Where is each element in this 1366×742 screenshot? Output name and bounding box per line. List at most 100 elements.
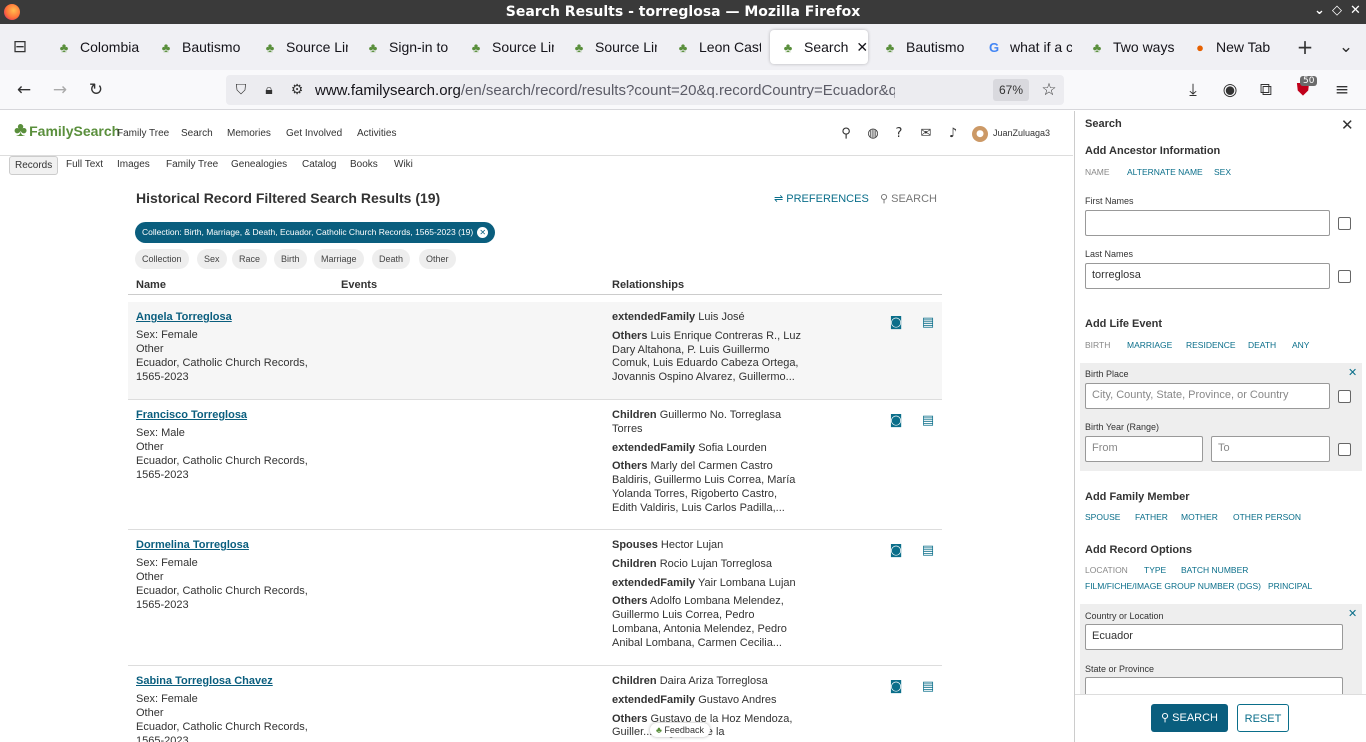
tab-two-ways[interactable]: ♣ Two ways (1089, 30, 1175, 64)
chip-remove-icon[interactable]: ✕ (477, 227, 489, 238)
tab-search-active[interactable]: ♣ Search ✕ (770, 30, 868, 64)
reload-icon[interactable]: ↻ (84, 78, 108, 102)
window-close-icon[interactable]: ✕ (1350, 3, 1361, 18)
tab-bautismo[interactable]: ♣ Bautismo (158, 30, 244, 64)
filter-marriage[interactable]: Marriage (314, 249, 364, 269)
url-text[interactable]: www.familysearch.org/en/search/record/re… (315, 82, 895, 99)
tab-close-icon[interactable]: ✕ (856, 39, 868, 56)
state-input[interactable] (1085, 677, 1343, 694)
tab-sign-in[interactable]: ♣ Sign-in to (365, 30, 451, 64)
subnav-family-tree[interactable]: Family Tree (161, 156, 223, 173)
subnav-records[interactable]: Records (9, 156, 59, 175)
lock-icon[interactable]: 🔒︎ (257, 78, 281, 102)
reset-button[interactable]: RESET (1237, 704, 1289, 732)
subnav-catalog[interactable]: Catalog (297, 156, 341, 173)
tracking-shield-icon[interactable]: ⛉ (229, 78, 253, 102)
record-document-icon[interactable]: ▤ (920, 413, 936, 429)
person-name-link[interactable]: Angela Torreglosa (136, 311, 232, 323)
last-names-exact-checkbox[interactable] (1338, 270, 1351, 283)
first-names-exact-checkbox[interactable] (1338, 217, 1351, 230)
subnav-books[interactable]: Books (345, 156, 383, 173)
tab-residence[interactable]: RESIDENCE (1186, 340, 1236, 350)
tab-name[interactable]: NAME (1085, 167, 1110, 177)
nav-family-tree[interactable]: Family Tree (117, 128, 169, 139)
subnav-genealogies[interactable]: Genealogies (226, 156, 292, 173)
record-document-icon[interactable]: ▤ (920, 315, 936, 331)
filter-collection[interactable]: Collection (135, 249, 189, 269)
record-document-icon[interactable]: ▤ (920, 679, 936, 695)
feedback-button[interactable]: ♣ Feedback (650, 723, 710, 737)
subnav-full-text[interactable]: Full Text (61, 156, 108, 173)
preferences-button[interactable]: ⇌ PREFERENCES (774, 192, 869, 205)
tab-principal[interactable]: PRINCIPAL (1268, 581, 1312, 591)
new-tab-plus-icon[interactable]: + (1293, 35, 1317, 59)
last-names-input[interactable]: torreglosa (1085, 263, 1330, 289)
tab-birth[interactable]: BIRTH (1085, 340, 1110, 350)
filter-birth[interactable]: Birth (274, 249, 307, 269)
filter-other[interactable]: Other (419, 249, 456, 269)
nav-activities[interactable]: Activities (357, 128, 396, 139)
tab-google-search[interactable]: Gwhat if a c (986, 30, 1072, 64)
camera-icon[interactable]: ◙ (888, 543, 904, 559)
tab-new-tab[interactable]: ● New Tab (1192, 30, 1278, 64)
tab-film-number[interactable]: FILM/FICHE/IMAGE GROUP NUMBER (DGS) (1085, 581, 1261, 591)
forward-arrow-icon[interactable]: → (48, 78, 72, 102)
nav-search[interactable]: Search (181, 128, 213, 139)
remove-birth-icon[interactable]: ✕ (1348, 366, 1357, 379)
tab-spouse[interactable]: SPOUSE (1085, 512, 1120, 522)
first-names-input[interactable] (1085, 210, 1330, 236)
extensions-puzzle-icon[interactable]: ⧉ (1254, 78, 1278, 102)
person-name-link[interactable]: Francisco Torreglosa (136, 409, 247, 421)
tab-marriage[interactable]: MARRIAGE (1127, 340, 1172, 350)
tab-source-link[interactable]: ♣ Source Lin (571, 30, 657, 64)
tab-other-person[interactable]: OTHER PERSON (1233, 512, 1301, 522)
globe-icon[interactable]: ◍ (865, 126, 881, 142)
filter-race[interactable]: Race (232, 249, 268, 269)
collection-filter-chip[interactable]: Collection: Birth, Marriage, & Death, Ec… (135, 222, 496, 243)
back-arrow-icon[interactable]: ← (12, 78, 36, 102)
tab-colombia[interactable]: ♣ Colombia (56, 30, 142, 64)
subnav-wiki[interactable]: Wiki (389, 156, 418, 173)
bookmark-star-icon[interactable]: ☆ (1037, 78, 1061, 102)
birth-place-exact-checkbox[interactable] (1338, 390, 1351, 403)
tab-batch-number[interactable]: BATCH NUMBER (1181, 565, 1248, 575)
country-input[interactable]: Ecuador (1085, 624, 1343, 650)
birth-year-to-input[interactable]: To (1211, 436, 1330, 462)
filter-death[interactable]: Death (372, 249, 411, 269)
menu-hamburger-icon[interactable]: ≡ (1330, 78, 1354, 102)
tab-source-link[interactable]: ♣ Source Lin (468, 30, 554, 64)
record-document-icon[interactable]: ▤ (920, 543, 936, 559)
list-all-tabs-chevron-icon[interactable]: ⌄ (1334, 35, 1358, 59)
nav-get-involved[interactable]: Get Involved (286, 128, 342, 139)
account-icon[interactable]: ◉ (1218, 78, 1242, 102)
search-submit-button[interactable]: ⚲ SEARCH (1151, 704, 1228, 732)
remove-location-icon[interactable]: ✕ (1348, 607, 1357, 620)
camera-icon[interactable]: ◙ (888, 679, 904, 695)
zoom-indicator[interactable]: 67% (993, 79, 1029, 101)
tab-location[interactable]: LOCATION (1085, 565, 1128, 575)
tab-death[interactable]: DEATH (1248, 340, 1276, 350)
person-name-link[interactable]: Dormelina Torreglosa (136, 539, 249, 551)
birth-place-input[interactable]: City, County, State, Province, or Countr… (1085, 383, 1330, 409)
tab-type[interactable]: TYPE (1144, 565, 1166, 575)
subnav-images[interactable]: Images (112, 156, 155, 173)
person-name-link[interactable]: Sabina Torreglosa Chavez (136, 675, 273, 687)
location-pin-icon[interactable]: ⚲ (838, 126, 854, 142)
firefox-view-icon[interactable]: ⊟ (8, 35, 32, 59)
tab-mother[interactable]: MOTHER (1181, 512, 1218, 522)
camera-icon[interactable]: ◙ (888, 315, 904, 331)
user-name[interactable]: JuanZuluaga3 (993, 128, 1050, 138)
tab-father[interactable]: FATHER (1135, 512, 1168, 522)
tab-bautismo[interactable]: ♣ Bautismo (882, 30, 968, 64)
column-header-name[interactable]: Name (136, 279, 166, 291)
help-icon[interactable]: ? (891, 126, 907, 142)
open-search-button[interactable]: ⚲ SEARCH (880, 192, 937, 205)
tab-sex[interactable]: SEX (1214, 167, 1231, 177)
downloads-icon[interactable]: ⤓ (1181, 78, 1205, 102)
birth-year-exact-checkbox[interactable] (1338, 443, 1351, 456)
tab-alternate-name[interactable]: ALTERNATE NAME (1127, 167, 1203, 177)
birth-year-from-input[interactable]: From (1085, 436, 1203, 462)
messages-icon[interactable]: ✉ (918, 126, 934, 142)
avatar[interactable]: ● (972, 126, 988, 142)
camera-icon[interactable]: ◙ (888, 413, 904, 429)
